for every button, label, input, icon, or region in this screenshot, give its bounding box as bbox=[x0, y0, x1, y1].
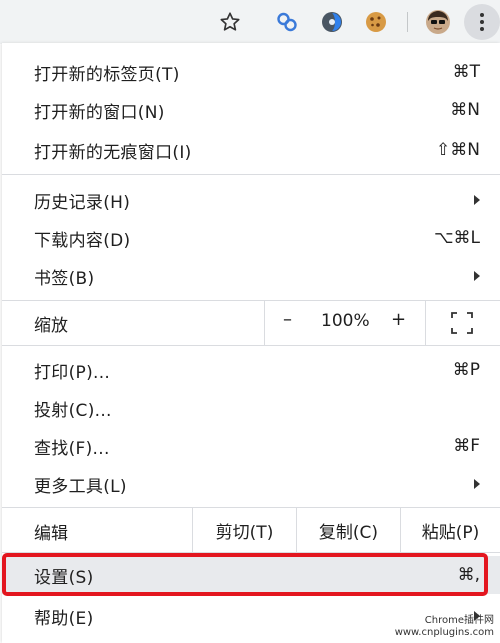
menu-item-new-incognito-window[interactable]: 打开新的无痕窗口(I) ⇧⌘N bbox=[2, 131, 500, 169]
chrome-main-menu: 打开新的标签页(T) ⌘T 打开新的窗口(N) ⌘N 打开新的无痕窗口(I) ⇧… bbox=[2, 43, 500, 643]
menu-item-label: 投射(C)... bbox=[34, 400, 112, 421]
menu-item-find[interactable]: 查找(F)... ⌘F bbox=[2, 427, 500, 465]
menu-item-more-tools[interactable]: 更多工具(L) bbox=[2, 465, 500, 503]
menu-item-label: 书签(B) bbox=[34, 268, 95, 289]
menu-item-shortcut: ⌥⌘L bbox=[433, 228, 480, 248]
menu-item-label: 打印(P)... bbox=[34, 362, 111, 383]
fullscreen-icon[interactable] bbox=[451, 312, 473, 334]
menu-item-label: 查找(F)... bbox=[34, 438, 110, 459]
menu-item-label: 历史记录(H) bbox=[34, 192, 131, 213]
star-icon[interactable] bbox=[216, 8, 244, 36]
submenu-arrow-icon bbox=[474, 271, 480, 281]
menu-item-downloads[interactable]: 下载内容(D) ⌥⌘L bbox=[2, 219, 500, 257]
menu-item-label: 打开新的无痕窗口(I) bbox=[34, 142, 192, 163]
globe-extension-icon[interactable] bbox=[318, 8, 346, 36]
menu-item-shortcut: ⌘F bbox=[453, 436, 480, 456]
menu-item-label: 打开新的标签页(T) bbox=[34, 64, 180, 85]
zoom-label: 缩放 bbox=[34, 316, 68, 336]
watermark-line2: www.cnplugins.com bbox=[394, 627, 494, 638]
menu-item-print[interactable]: 打印(P)... ⌘P bbox=[2, 351, 500, 389]
submenu-arrow-icon bbox=[474, 195, 480, 205]
zoom-out-button[interactable]: – bbox=[283, 309, 292, 330]
cookie-extension-icon[interactable] bbox=[362, 8, 390, 36]
watermark: Chrome插件网 www.cnplugins.com bbox=[395, 615, 494, 639]
menu-item-label: 下载内容(D) bbox=[34, 230, 131, 251]
menu-item-label: 帮助(E) bbox=[34, 608, 94, 629]
edit-row: 编辑 剪切(T) 复制(C) 粘贴(P) bbox=[2, 508, 500, 552]
highlight-box bbox=[2, 553, 488, 596]
browser-toolbar bbox=[0, 0, 500, 44]
toolbar-separator bbox=[407, 12, 408, 32]
menu-item-label: 更多工具(L) bbox=[34, 476, 127, 497]
menu-item-shortcut: ⌘P bbox=[452, 360, 480, 380]
cut-button[interactable]: 剪切(T) bbox=[192, 508, 296, 552]
menu-item-shortcut: ⌘N bbox=[450, 100, 480, 120]
zoom-controls: – 100% + bbox=[264, 301, 500, 345]
paste-button[interactable]: 粘贴(P) bbox=[400, 508, 500, 552]
menu-item-bookmarks[interactable]: 书签(B) bbox=[2, 257, 500, 295]
menu-item-new-window[interactable]: 打开新的窗口(N) ⌘N bbox=[2, 91, 500, 129]
kebab-menu-icon[interactable] bbox=[464, 4, 500, 40]
zoom-in-button[interactable]: + bbox=[391, 309, 406, 330]
menu-item-shortcut: ⇧⌘N bbox=[436, 140, 480, 160]
menu-item-cast[interactable]: 投射(C)... bbox=[2, 389, 500, 427]
menu-divider bbox=[2, 345, 500, 346]
zoom-separator bbox=[425, 301, 426, 345]
link-extension-icon[interactable] bbox=[273, 8, 301, 36]
menu-divider bbox=[2, 174, 500, 175]
menu-item-history[interactable]: 历史记录(H) bbox=[2, 181, 500, 219]
submenu-arrow-icon bbox=[474, 479, 480, 489]
watermark-line1: Chrome插件网 bbox=[424, 615, 494, 626]
copy-button[interactable]: 复制(C) bbox=[296, 508, 400, 552]
zoom-level: 100% bbox=[321, 311, 370, 331]
zoom-row: 缩放 – 100% + bbox=[2, 301, 500, 345]
menu-item-new-tab[interactable]: 打开新的标签页(T) ⌘T bbox=[2, 53, 500, 91]
avatar[interactable] bbox=[424, 8, 452, 36]
edit-label: 编辑 bbox=[34, 524, 68, 544]
menu-item-label: 打开新的窗口(N) bbox=[34, 102, 165, 123]
menu-item-shortcut: ⌘T bbox=[452, 62, 480, 82]
